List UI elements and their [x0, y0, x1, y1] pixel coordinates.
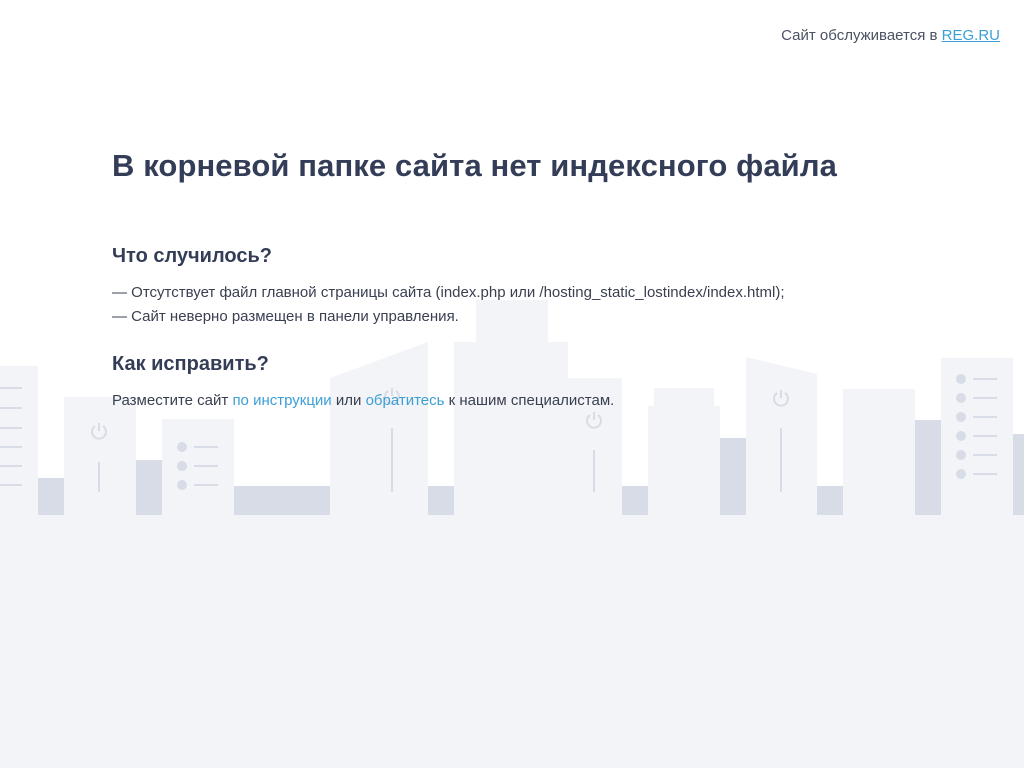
- list-bullets-icon: [177, 442, 218, 490]
- power-icon: [586, 412, 602, 429]
- fix-instructions: Разместите сайт по инструкции или обрати…: [112, 392, 614, 409]
- power-icon: [91, 423, 107, 440]
- how-to-fix-heading: Как исправить?: [112, 353, 269, 375]
- fix-prefix: Разместите сайт: [112, 392, 229, 409]
- what-happened-heading: Что случилось?: [112, 245, 272, 267]
- contact-support-link[interactable]: обратитесь: [366, 392, 445, 409]
- hosting-notice: Сайт обслуживается в REG.RU: [781, 27, 1000, 44]
- reason-item: — Отсутствует файл главной страницы сайт…: [112, 284, 785, 301]
- instructions-link[interactable]: по инструкции: [232, 392, 331, 409]
- fix-suffix: к нашим специалистам.: [448, 392, 615, 409]
- hosting-notice-text: Сайт обслуживается в: [781, 27, 938, 44]
- regru-link[interactable]: REG.RU: [942, 27, 1000, 44]
- fix-middle: или: [335, 392, 362, 409]
- city-skyline-illustration: [0, 300, 1024, 768]
- list-bullets-icon: [956, 374, 997, 479]
- reason-item: — Сайт неверно размещен в панели управле…: [112, 308, 459, 325]
- power-icon: [773, 390, 789, 407]
- page-title: В корневой папке сайта нет индексного фа…: [112, 148, 837, 183]
- page: Сайт обслуживается в REG.RU В корневой п…: [0, 0, 1024, 768]
